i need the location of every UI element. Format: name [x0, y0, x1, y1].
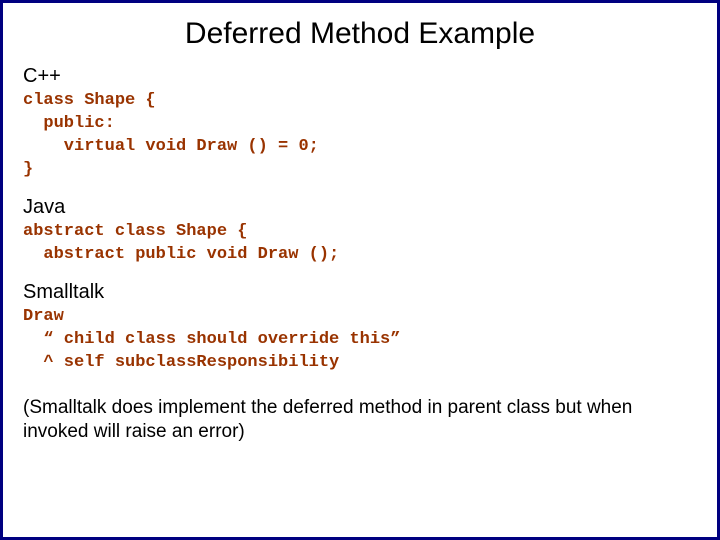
code-block-cpp: class Shape { public: virtual void Draw …	[23, 90, 697, 182]
lang-label-cpp: C++	[23, 65, 697, 88]
code-block-java: abstract class Shape { abstract public v…	[23, 221, 697, 267]
footnote: (Smalltalk does implement the deferred m…	[23, 396, 697, 444]
slide-title: Deferred Method Example	[23, 17, 697, 51]
lang-label-java: Java	[23, 196, 697, 219]
lang-label-smalltalk: Smalltalk	[23, 281, 697, 304]
slide-frame: Deferred Method Example C++ class Shape …	[0, 0, 720, 540]
code-block-smalltalk: Draw “ child class should override this”…	[23, 306, 697, 375]
